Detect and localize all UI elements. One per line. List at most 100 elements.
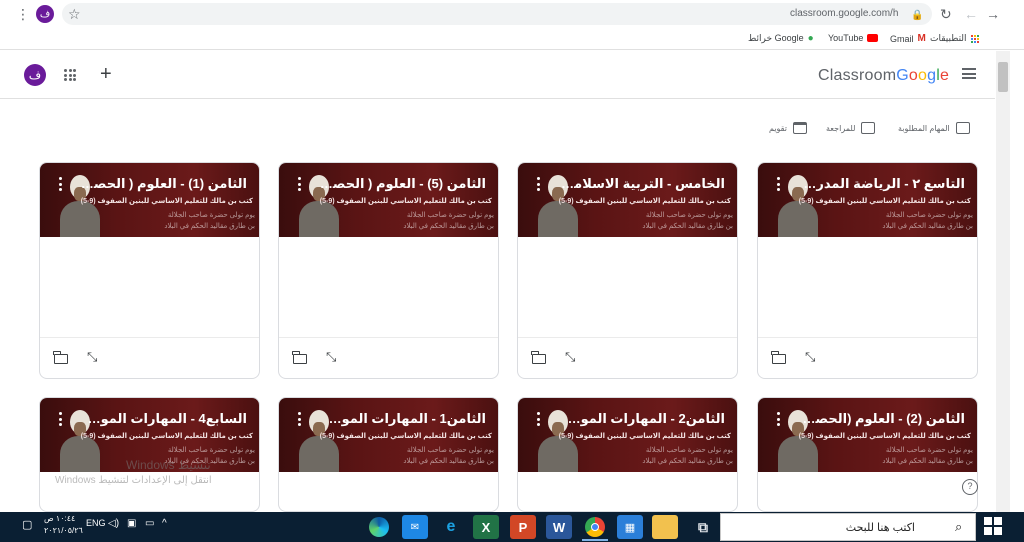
gradebook-trend-icon[interactable]: ⤡ xyxy=(565,349,575,365)
bookmarks-bar: التطبيقات Gmail M YouTube خرائط Google ● xyxy=(0,30,1024,50)
bookmark-youtube-label: YouTube xyxy=(828,33,864,43)
powerpoint-icon[interactable]: P xyxy=(510,515,536,539)
course-section: كتب بن مالك للتعليم الاساسي للبنين الصفو… xyxy=(798,433,971,440)
course-banner[interactable]: التاسع ٢ - الرياضة المدرسية كتب بن مالك ل… xyxy=(758,163,977,237)
checklist-icon xyxy=(955,122,970,134)
windows-start-button[interactable] xyxy=(984,517,1002,535)
card-actions: ⤡ xyxy=(758,337,977,378)
battery-icon[interactable]: ▭ xyxy=(145,518,154,529)
logo-google-e: e xyxy=(940,67,950,84)
course-card[interactable]: الخامس - التربية الاسلامية 2 كتب بن مالك … xyxy=(517,162,738,379)
reload-icon[interactable]: ↻ xyxy=(940,6,952,22)
bookmark-apps-label: التطبيقات xyxy=(930,33,967,43)
language-indicator[interactable]: ENG xyxy=(86,518,106,528)
mail-icon[interactable]: ✉ xyxy=(402,515,428,539)
bookmark-apps[interactable]: التطبيقات xyxy=(930,33,979,44)
course-card[interactable]: التاسع ٢ - الرياضة المدرسية كتب بن مالك ل… xyxy=(757,162,978,379)
more-options-icon[interactable] xyxy=(537,412,541,426)
gmail-icon: M xyxy=(917,33,926,44)
menu-dots-icon[interactable]: ⋮ xyxy=(16,6,30,22)
avatar[interactable]: ف xyxy=(24,64,46,86)
folder-icon[interactable] xyxy=(531,351,546,364)
more-options-icon[interactable] xyxy=(59,177,63,191)
course-banner[interactable]: الثامن (1) - العلوم ( الحصة الـ... كتب بن… xyxy=(40,163,259,237)
course-title[interactable]: الثامن (5) - العلوم ( الحصة الـ... xyxy=(318,176,486,192)
course-section: كتب بن مالك للتعليم الاساسي للبنين الصفو… xyxy=(558,433,731,440)
folder-icon[interactable] xyxy=(771,351,786,364)
course-title[interactable]: الثامن1 - المهارات الموسيقية xyxy=(318,411,486,427)
course-title[interactable]: السابع4 - المهارات الموسيقية xyxy=(79,411,247,427)
course-card[interactable]: السابع4 - المهارات الموسيقية كتب بن مالك … xyxy=(39,397,260,512)
excel-icon[interactable]: X xyxy=(473,515,499,539)
course-card[interactable]: الثامن2 - المهارات الموسيقية كتب بن مالك … xyxy=(517,397,738,512)
card-actions: ⤡ xyxy=(279,337,498,378)
calendar-link[interactable]: تقويم xyxy=(769,122,807,134)
add-class-button[interactable]: + xyxy=(100,64,112,84)
course-card[interactable]: الثامن (2) - العلوم (الحصة الـ... كتب بن … xyxy=(757,397,978,512)
course-banner[interactable]: الثامن (2) - العلوم (الحصة الـ... كتب بن … xyxy=(758,398,977,472)
volume-icon[interactable]: ◁) xyxy=(108,518,119,529)
edge-icon[interactable] xyxy=(366,515,392,539)
banner-text-line: يوم تولى حضرة صاحب الجلالة xyxy=(645,447,733,454)
file-explorer-icon[interactable] xyxy=(652,515,678,539)
course-title[interactable]: الثامن2 - المهارات الموسيقية xyxy=(557,411,725,427)
folder-icon[interactable] xyxy=(292,351,307,364)
task-view-icon[interactable]: ⧉ xyxy=(690,515,716,539)
browser-toolbar: ⋮ ف ☆ classroom.google.com/h 🔒 ↻ ← → xyxy=(0,0,1024,30)
clock-date[interactable]: ٢٠٢١/٠٥/٢٦ xyxy=(44,526,83,535)
folder-icon[interactable] xyxy=(53,351,68,364)
course-card[interactable]: الثامن (5) - العلوم ( الحصة الـ... كتب بن… xyxy=(278,162,499,379)
bookmark-gmail[interactable]: Gmail M xyxy=(890,33,926,44)
bookmark-star-icon[interactable]: ☆ xyxy=(68,6,81,22)
course-banner[interactable]: الثامن (5) - العلوم ( الحصة الـ... كتب بن… xyxy=(279,163,498,237)
review-link[interactable]: للمراجعة xyxy=(826,122,876,134)
forward-icon[interactable]: ← xyxy=(964,6,978,22)
help-icon[interactable]: ? xyxy=(962,479,978,495)
internet-explorer-icon[interactable]: e xyxy=(438,515,464,539)
todo-label: المهام المطلوبة xyxy=(898,123,950,133)
course-title[interactable]: الخامس - التربية الاسلامية 2 xyxy=(557,176,725,192)
chrome-icon[interactable] xyxy=(582,515,608,539)
back-icon[interactable]: → xyxy=(986,6,1000,22)
main-menu-icon[interactable] xyxy=(962,68,976,79)
bookmark-maps[interactable]: خرائط Google ● xyxy=(748,33,814,44)
notification-icon[interactable]: ▢ xyxy=(22,518,32,531)
classroom-logo[interactable]: ClassroomGoogle xyxy=(818,67,949,85)
gradebook-trend-icon[interactable]: ⤡ xyxy=(326,349,336,365)
scrollbar-thumb[interactable] xyxy=(998,62,1008,92)
gradebook-trend-icon[interactable]: ⤡ xyxy=(87,349,97,365)
more-options-icon[interactable] xyxy=(537,177,541,191)
course-banner[interactable]: الثامن1 - المهارات الموسيقية كتب بن مالك … xyxy=(279,398,498,472)
more-options-icon[interactable] xyxy=(59,412,63,426)
more-options-icon[interactable] xyxy=(777,412,781,426)
course-banner[interactable]: الخامس - التربية الاسلامية 2 كتب بن مالك … xyxy=(518,163,737,237)
store-icon[interactable]: ▦ xyxy=(617,515,643,539)
logo-google-o1: o xyxy=(908,67,919,84)
course-card[interactable]: الثامن1 - المهارات الموسيقية كتب بن مالك … xyxy=(278,397,499,512)
course-title[interactable]: التاسع ٢ - الرياضة المدرسية xyxy=(797,176,965,192)
todo-link[interactable]: المهام المطلوبة xyxy=(898,122,970,134)
show-hidden-icons[interactable]: ^ xyxy=(162,518,167,529)
course-card[interactable]: الثامن (1) - العلوم ( الحصة الـ... كتب بن… xyxy=(39,162,260,379)
gradebook-trend-icon[interactable]: ⤡ xyxy=(805,349,815,365)
bookmark-youtube[interactable]: YouTube xyxy=(828,33,879,43)
network-icon[interactable]: ▣ xyxy=(127,518,136,529)
course-title[interactable]: الثامن (1) - العلوم ( الحصة الـ... xyxy=(79,176,247,192)
google-apps-icon[interactable] xyxy=(64,69,76,81)
more-options-icon[interactable] xyxy=(777,177,781,191)
course-banner[interactable]: الثامن2 - المهارات الموسيقية كتب بن مالك … xyxy=(518,398,737,472)
calendar-icon xyxy=(792,122,807,134)
banner-text-line: يوم تولى حضرة صاحب الجلالة xyxy=(167,447,255,454)
banner-text-line: بن طارق مقاليد الحكم في البلاد xyxy=(403,458,494,465)
course-title[interactable]: الثامن (2) - العلوم (الحصة الـ... xyxy=(797,411,965,427)
lock-icon[interactable]: 🔒 xyxy=(911,8,923,24)
more-options-icon[interactable] xyxy=(298,412,302,426)
banner-text-line: يوم تولى حضرة صاحب الجلالة xyxy=(885,447,973,454)
profile-avatar[interactable]: ف xyxy=(36,5,54,23)
scrollbar[interactable] xyxy=(996,51,1010,512)
word-icon[interactable]: W xyxy=(546,515,572,539)
banner-text-line: بن طارق مقاليد الحكم في البلاد xyxy=(164,223,255,230)
more-options-icon[interactable] xyxy=(298,177,302,191)
taskbar-search-input[interactable]: اكتب هنا للبحث xyxy=(720,513,976,541)
clock-time[interactable]: ١٠:٤٤ ص xyxy=(44,514,75,523)
